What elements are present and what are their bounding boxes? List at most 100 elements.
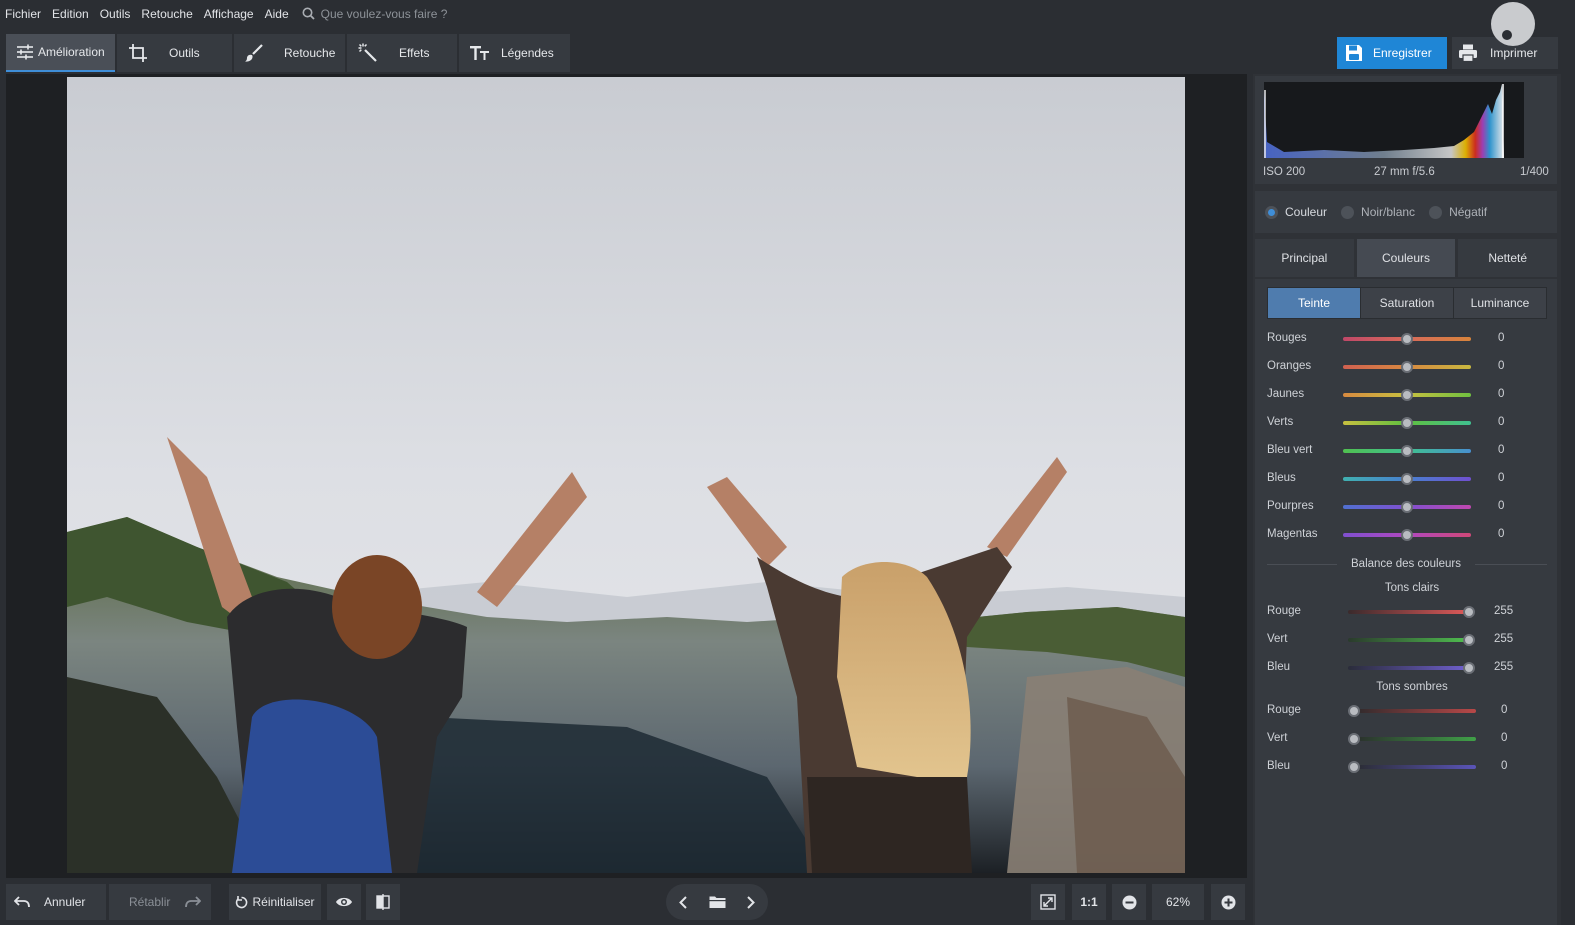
slider-knob[interactable] bbox=[1463, 606, 1475, 618]
zoom-in-icon bbox=[1221, 895, 1235, 909]
slider-label: Magentas bbox=[1267, 528, 1318, 540]
slider-knob[interactable] bbox=[1401, 333, 1413, 345]
image-canvas[interactable] bbox=[6, 74, 1247, 878]
slider-value: 255 bbox=[1494, 605, 1514, 617]
subtab-luminance[interactable]: Luminance bbox=[1454, 288, 1546, 318]
tab-effets[interactable]: Effets bbox=[347, 34, 457, 72]
tab-amelioration[interactable]: Amélioration bbox=[6, 34, 115, 72]
slider-track[interactable] bbox=[1348, 638, 1470, 642]
zoom-out-icon bbox=[1122, 895, 1136, 909]
next-image-button[interactable] bbox=[734, 895, 768, 909]
hsl-subtabs: Teinte Saturation Luminance bbox=[1267, 287, 1547, 319]
slider-knob[interactable] bbox=[1401, 389, 1413, 401]
print-label: Imprimer bbox=[1490, 46, 1538, 60]
slider-value: 0 bbox=[1501, 704, 1508, 716]
subtab-luminance-label: Luminance bbox=[1470, 296, 1530, 310]
exif-shutter: 1/400 bbox=[1520, 166, 1549, 178]
slider-highlights-vert: Vert 255 bbox=[1267, 630, 1547, 650]
slider-track[interactable] bbox=[1348, 610, 1470, 614]
slider-label: Vert bbox=[1267, 732, 1288, 744]
reset-label: Réinitialiser bbox=[252, 895, 315, 909]
tab-nettete[interactable]: Netteté bbox=[1458, 239, 1558, 277]
slider-bleu-vert: Bleu vert 0 bbox=[1267, 441, 1547, 461]
undo-button[interactable]: Annuler bbox=[6, 884, 106, 920]
slider-track[interactable] bbox=[1348, 666, 1470, 670]
zoom-level-field[interactable]: 62% bbox=[1152, 884, 1204, 920]
compare-button[interactable] bbox=[366, 884, 400, 920]
subtab-saturation-label: Saturation bbox=[1379, 296, 1435, 310]
user-avatar[interactable] bbox=[1491, 2, 1535, 46]
slider-label: Verts bbox=[1267, 416, 1294, 428]
tab-retouche[interactable]: Retouche bbox=[234, 34, 345, 72]
slider-label: Pourpres bbox=[1267, 500, 1314, 512]
slider-knob[interactable] bbox=[1348, 733, 1360, 745]
redo-label: Rétablir bbox=[129, 895, 171, 909]
slider-label: Bleu bbox=[1267, 760, 1291, 772]
tab-couleurs[interactable]: Couleurs bbox=[1356, 239, 1456, 277]
mode-noir-blanc-radio[interactable]: Noir/blanc bbox=[1341, 205, 1415, 219]
slider-value: 0 bbox=[1501, 760, 1508, 772]
slider-label: Vert bbox=[1267, 633, 1288, 645]
actual-size-button[interactable]: 1:1 bbox=[1072, 884, 1106, 920]
previous-image-button[interactable] bbox=[666, 895, 700, 909]
mode-couleur-radio[interactable]: Couleur bbox=[1265, 205, 1327, 219]
save-button[interactable]: Enregistrer bbox=[1337, 37, 1447, 69]
slider-pourpres: Pourpres 0 bbox=[1267, 497, 1547, 517]
slider-knob[interactable] bbox=[1401, 501, 1413, 513]
preview-button[interactable] bbox=[327, 884, 361, 920]
slider-knob[interactable] bbox=[1401, 361, 1413, 373]
slider-track[interactable] bbox=[1354, 737, 1476, 741]
mode-negatif-radio[interactable]: Négatif bbox=[1429, 205, 1487, 219]
zoom-in-button[interactable] bbox=[1211, 884, 1245, 920]
slider-value: 0 bbox=[1501, 732, 1508, 744]
slider-label: Rouges bbox=[1267, 332, 1307, 344]
slider-track[interactable] bbox=[1354, 709, 1476, 713]
slider-value: 0 bbox=[1498, 472, 1505, 484]
tab-legendes-label: Légendes bbox=[501, 46, 554, 60]
menu-fichier[interactable]: Fichier bbox=[5, 7, 41, 21]
exif-lens: 27 mm f/5.6 bbox=[1374, 166, 1435, 178]
slider-label: Bleus bbox=[1267, 472, 1296, 484]
tab-retouche-label: Retouche bbox=[284, 46, 336, 60]
magic-wand-icon bbox=[357, 42, 379, 64]
tab-nettete-label: Netteté bbox=[1488, 251, 1528, 265]
navigation-group bbox=[666, 884, 768, 920]
slider-rouges: Rouges 0 bbox=[1267, 329, 1547, 349]
couleurs-content: Teinte Saturation Luminance Rouges 0 Ora… bbox=[1255, 279, 1557, 925]
zoom-out-button[interactable] bbox=[1112, 884, 1146, 920]
menu-outils[interactable]: Outils bbox=[100, 7, 131, 21]
tab-couleurs-label: Couleurs bbox=[1381, 251, 1431, 265]
highlights-title: Tons clairs bbox=[1384, 582, 1440, 594]
slider-knob[interactable] bbox=[1401, 417, 1413, 429]
command-search[interactable]: Que voulez-vous faire ? bbox=[302, 7, 447, 21]
undo-label: Annuler bbox=[44, 895, 86, 909]
slider-knob[interactable] bbox=[1401, 529, 1413, 541]
tab-legendes[interactable]: Légendes bbox=[459, 34, 570, 72]
slider-value: 255 bbox=[1494, 633, 1514, 645]
reset-button[interactable]: Réinitialiser bbox=[229, 884, 321, 920]
tab-outils[interactable]: Outils bbox=[117, 34, 232, 72]
slider-track[interactable] bbox=[1354, 765, 1476, 769]
slider-knob[interactable] bbox=[1348, 761, 1360, 773]
slider-label: Bleu bbox=[1267, 661, 1291, 673]
slider-knob[interactable] bbox=[1463, 662, 1475, 674]
menu-affichage[interactable]: Affichage bbox=[204, 7, 254, 21]
slider-knob[interactable] bbox=[1401, 445, 1413, 457]
tab-principal[interactable]: Principal bbox=[1255, 239, 1354, 277]
slider-knob[interactable] bbox=[1348, 705, 1360, 717]
open-folder-button[interactable] bbox=[700, 895, 734, 909]
slider-knob[interactable] bbox=[1401, 473, 1413, 485]
menu-aide[interactable]: Aide bbox=[265, 7, 289, 21]
fit-to-screen-button[interactable] bbox=[1031, 884, 1065, 920]
color-balance-title: Balance des couleurs bbox=[1351, 558, 1461, 570]
slider-shadows-rouge: Rouge 0 bbox=[1267, 701, 1547, 721]
slider-knob[interactable] bbox=[1463, 634, 1475, 646]
slider-value: 0 bbox=[1498, 444, 1505, 456]
mode-noir-blanc-label: Noir/blanc bbox=[1361, 205, 1416, 219]
menu-edition[interactable]: Edition bbox=[52, 7, 89, 21]
subtab-teinte[interactable]: Teinte bbox=[1268, 288, 1361, 318]
subtab-saturation[interactable]: Saturation bbox=[1361, 288, 1454, 318]
redo-button[interactable]: Rétablir bbox=[109, 884, 211, 920]
reset-icon bbox=[236, 895, 248, 908]
menu-retouche[interactable]: Retouche bbox=[141, 7, 192, 21]
